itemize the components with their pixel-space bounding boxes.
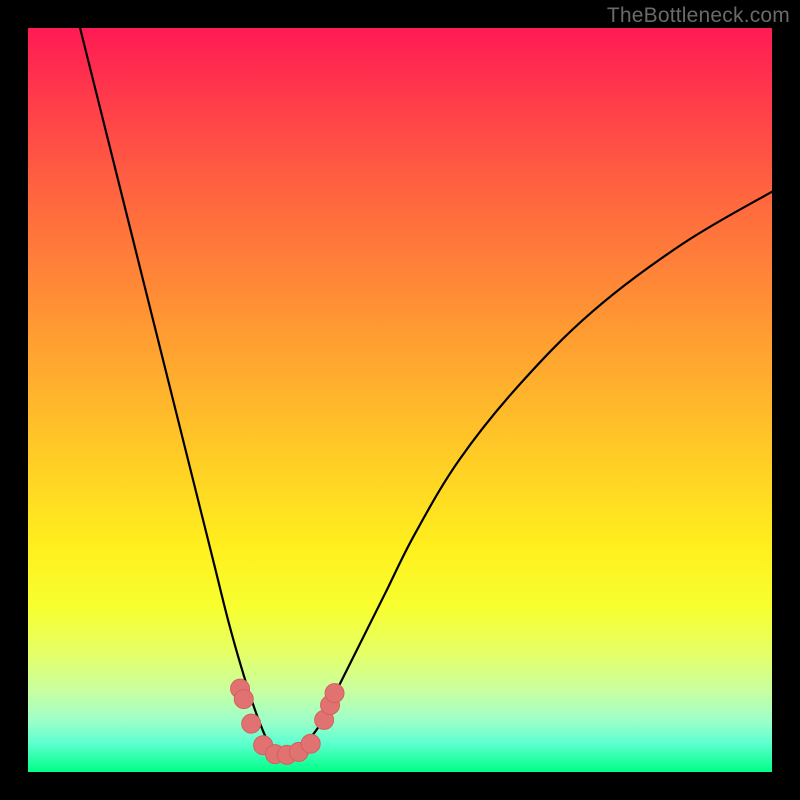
plot-area xyxy=(28,28,772,772)
watermark-text: TheBottleneck.com xyxy=(607,4,790,28)
curve-marker xyxy=(301,734,320,753)
curve-marker xyxy=(242,714,261,733)
curve-markers xyxy=(231,679,344,764)
curve-marker xyxy=(325,684,344,703)
chart-frame: TheBottleneck.com xyxy=(0,0,800,800)
curve-marker xyxy=(234,690,253,709)
bottleneck-curve xyxy=(80,28,772,757)
plot-svg xyxy=(28,28,772,772)
